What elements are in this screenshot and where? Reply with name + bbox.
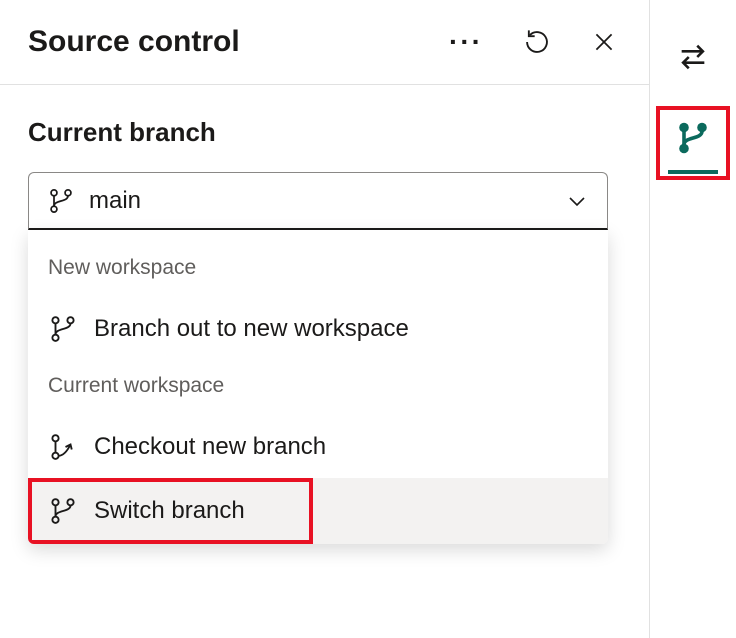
chevron-down-icon <box>565 189 589 213</box>
more-button[interactable]: ··· <box>445 24 487 60</box>
branch-icon <box>47 187 75 215</box>
menu-item-label: Branch out to new workspace <box>94 315 409 343</box>
menu-group-current-workspace: Current workspace <box>28 360 608 416</box>
branch-switch-icon <box>48 496 78 526</box>
refresh-icon <box>523 28 551 56</box>
branch-checkout-icon <box>48 432 78 462</box>
branch-selector[interactable]: main <box>28 172 608 230</box>
close-button[interactable] <box>587 25 621 59</box>
menu-item-branch-out[interactable]: Branch out to new workspace <box>28 298 608 360</box>
selected-branch-name: main <box>89 187 551 215</box>
branch-dropdown-menu: New workspace Branch out to new workspac… <box>28 230 608 544</box>
menu-group-new-workspace: New workspace <box>28 242 608 298</box>
refresh-button[interactable] <box>519 24 555 60</box>
rail-swap-button[interactable] <box>658 22 728 92</box>
source-control-panel: Source control ··· Current branch <box>0 0 650 638</box>
panel-content: Current branch main New workspace <box>0 85 649 576</box>
right-rail <box>650 0 736 638</box>
current-branch-heading: Current branch <box>28 117 621 148</box>
menu-item-switch-row: Switch branch <box>28 478 608 544</box>
rail-source-control-button[interactable] <box>675 120 711 156</box>
panel-header: Source control ··· <box>0 0 649 85</box>
swap-icon <box>676 40 710 74</box>
highlight-switch-branch: Switch branch <box>28 478 313 544</box>
menu-item-checkout[interactable]: Checkout new branch <box>28 416 608 478</box>
more-icon: ··· <box>449 28 483 56</box>
source-control-icon <box>675 120 711 156</box>
close-icon <box>591 29 617 55</box>
rail-source-control-highlight <box>656 106 730 180</box>
menu-item-label: Checkout new branch <box>94 433 326 461</box>
menu-item-label: Switch branch <box>94 497 245 525</box>
header-actions: ··· <box>445 24 621 60</box>
menu-item-switch[interactable]: Switch branch <box>32 482 309 540</box>
rail-active-indicator <box>668 170 718 174</box>
branch-out-icon <box>48 314 78 344</box>
panel-title: Source control <box>28 25 445 59</box>
